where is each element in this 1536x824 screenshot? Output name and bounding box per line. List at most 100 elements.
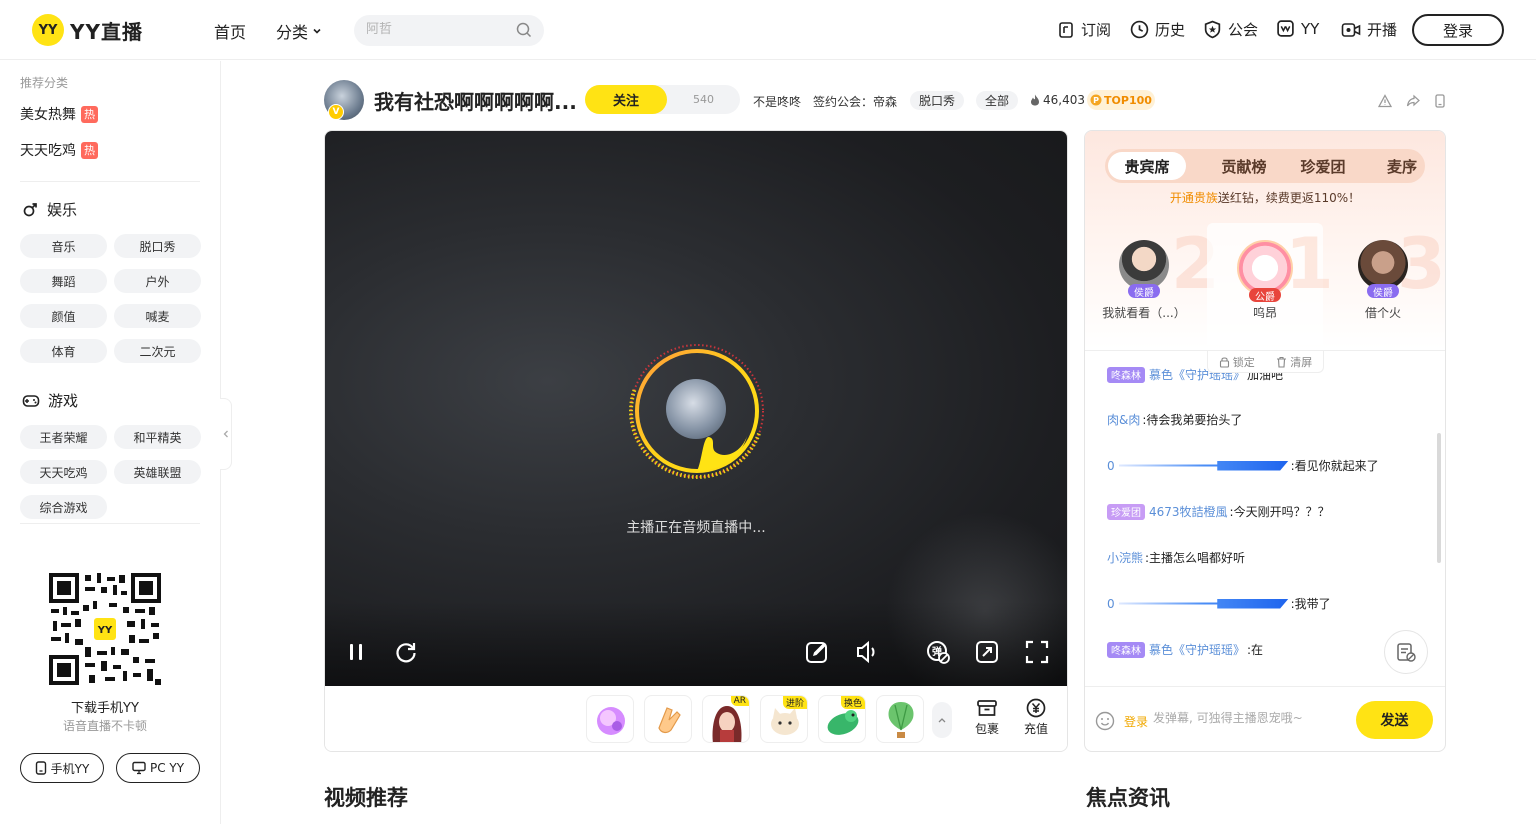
male-symbol-icon [23, 203, 37, 217]
recharge-label: 充值 [1023, 722, 1048, 736]
chat-nickname[interactable]: 0 [1107, 459, 1115, 473]
category-pill[interactable]: 和平精英 [114, 425, 201, 449]
sidebar-item-chicken[interactable]: 天天吃鸡 热 [20, 140, 98, 160]
video-area[interactable]: 主播正在音频直播中... 弹 [325, 131, 1067, 711]
category-pill[interactable]: 音乐 [20, 234, 107, 258]
tab-contribution[interactable]: 贡献榜 [1205, 149, 1283, 183]
send-button[interactable]: 发送 [1356, 701, 1433, 739]
gift-item[interactable] [586, 695, 634, 743]
panel-tabs: 贵宾席 贡献榜 珍爱团 麦序 [1105, 149, 1425, 183]
subscribe-link[interactable]: 订阅 [1057, 19, 1111, 40]
emoji-icon[interactable] [1095, 711, 1115, 731]
category-pill[interactable]: 英雄联盟 [114, 460, 201, 484]
divider [20, 523, 200, 524]
seat-username: 借个火 [1364, 306, 1401, 320]
anchor-name[interactable]: 不是咚咚 [753, 93, 801, 110]
gift-item[interactable]: 进阶 [760, 695, 808, 743]
tab-vip-seats[interactable]: 贵宾席 [1108, 152, 1186, 180]
expand-gifts-button[interactable] [932, 702, 952, 738]
edit-icon[interactable] [804, 639, 830, 665]
chat-list[interactable]: 锁定 清屏 咚森林 慕色《守护瑶瑶》 加油吧 肉&肉 :待会我弟要抬头了 0 :… [1085, 350, 1445, 686]
video-recommend-title: 视频推荐 [324, 786, 408, 810]
pause-icon[interactable] [343, 639, 369, 665]
bag-button[interactable]: 包裹 [967, 698, 1007, 737]
sidebar-item-dance[interactable]: 美女热舞 热 [20, 104, 98, 124]
yy-link[interactable]: YY [1276, 19, 1319, 38]
pc-yy-button[interactable]: PC YY [116, 753, 200, 783]
chat-filter-icon [1397, 643, 1416, 662]
vip-seat-1[interactable]: 公爵 呜昂 [1210, 240, 1320, 321]
nav-home[interactable]: 首页 [214, 19, 246, 43]
category-pill[interactable]: 天天吃鸡 [20, 460, 107, 484]
subscribe-label: 订阅 [1081, 21, 1112, 39]
noble-promo-link[interactable]: 开通贵族 [1170, 191, 1218, 205]
yy-logo[interactable]: YY YY直播 [32, 14, 143, 46]
top100-badge[interactable]: P TOP100 [1087, 90, 1155, 110]
fan-badge: 咚森林 [1107, 641, 1145, 658]
search-input[interactable] [366, 22, 506, 37]
danmaku-input[interactable] [1153, 711, 1338, 725]
danmaku-toggle-icon[interactable]: 弹 [925, 639, 951, 665]
tag-all[interactable]: 全部 [976, 91, 1019, 110]
hot-value-text: 46,403 [1043, 93, 1085, 107]
history-link[interactable]: 历史 [1130, 19, 1185, 40]
category-pill[interactable]: 颜值 [20, 304, 107, 328]
input-login-link[interactable]: 登录 [1124, 713, 1148, 730]
refresh-icon[interactable] [393, 639, 419, 665]
volume-icon[interactable] [854, 639, 880, 665]
lock-button[interactable]: 锁定 [1219, 354, 1255, 370]
guild-name[interactable]: 签约公会：帝森 [813, 93, 897, 110]
category-sidebar: 推荐分类 美女热舞 热 天天吃鸡 热 娱乐 音乐 脱口秀 舞蹈 户外 颜值 喊麦… [0, 61, 221, 824]
chat-nickname[interactable]: 4673牧詰橙風 [1149, 503, 1228, 520]
avatar: 侯爵 [1358, 240, 1408, 299]
category-pill[interactable]: 户外 [114, 269, 201, 293]
chat-nickname[interactable]: 小浣熊 [1107, 549, 1143, 566]
bag-label: 包裹 [974, 722, 999, 736]
clear-button[interactable]: 清屏 [1276, 354, 1312, 370]
gift-item[interactable]: 换色 [818, 695, 866, 743]
qr-code: YY [49, 573, 161, 685]
gift-item[interactable]: AR [702, 695, 750, 743]
noble-promo[interactable]: 开通贵族送红钻，续费更返110%！ [1085, 189, 1445, 206]
seat-username: 我就看看（...） [1102, 306, 1186, 320]
entertainment-title: 娱乐 [47, 201, 78, 219]
category-pill[interactable]: 体育 [20, 339, 107, 363]
tab-mic-queue[interactable]: 麦序 [1363, 149, 1441, 183]
logo-text: YY直播 [70, 19, 143, 44]
warning-icon[interactable] [1378, 94, 1392, 108]
category-pill[interactable]: 舞蹈 [20, 269, 107, 293]
coin-icon: P [1090, 94, 1102, 106]
vip-seat-2[interactable]: 侯爵 我就看看（...） [1089, 240, 1199, 321]
nav-category-label: 分类 [276, 23, 309, 42]
tag-talkshow[interactable]: 脱口秀 [910, 91, 965, 110]
chat-scrollbar[interactable] [1437, 433, 1441, 563]
pip-icon[interactable] [974, 639, 1000, 665]
login-button[interactable]: 登录 [1412, 14, 1504, 46]
chat-nickname[interactable]: 0 [1107, 597, 1115, 611]
chat-nickname[interactable]: 肉&肉 [1107, 411, 1140, 428]
tab-fan-group[interactable]: 珍爱团 [1284, 149, 1362, 183]
nav-category[interactable]: 分类 [276, 19, 323, 43]
sidebar-collapse-button[interactable] [220, 398, 232, 470]
mobile-yy-button[interactable]: 手机YY [20, 753, 104, 783]
yy-label: YY [1301, 19, 1320, 38]
recharge-button[interactable]: 充值 [1016, 698, 1056, 737]
games-title: 游戏 [48, 392, 79, 410]
broadcast-link[interactable]: 开播 [1341, 19, 1397, 40]
fullscreen-icon[interactable] [1024, 639, 1050, 665]
guild-link[interactable]: 公会 [1203, 19, 1258, 40]
share-icon[interactable] [1406, 94, 1420, 108]
follow-button[interactable]: 关注 [585, 85, 667, 114]
gift-item[interactable] [644, 695, 692, 743]
category-pill[interactable]: 二次元 [114, 339, 201, 363]
category-pill[interactable]: 综合游戏 [20, 495, 107, 519]
category-pill[interactable]: 脱口秀 [114, 234, 201, 258]
mobile-watch-icon[interactable] [1433, 94, 1447, 108]
vip-seat-3[interactable]: 侯爵 借个火 [1328, 240, 1438, 321]
chat-settings-button[interactable] [1384, 630, 1428, 674]
chat-nickname[interactable]: 慕色《守护瑶瑶》 [1149, 641, 1245, 658]
search-icon[interactable] [516, 22, 532, 38]
category-pill[interactable]: 王者荣耀 [20, 425, 107, 449]
gift-item[interactable] [876, 695, 924, 743]
category-pill[interactable]: 喊麦 [114, 304, 201, 328]
